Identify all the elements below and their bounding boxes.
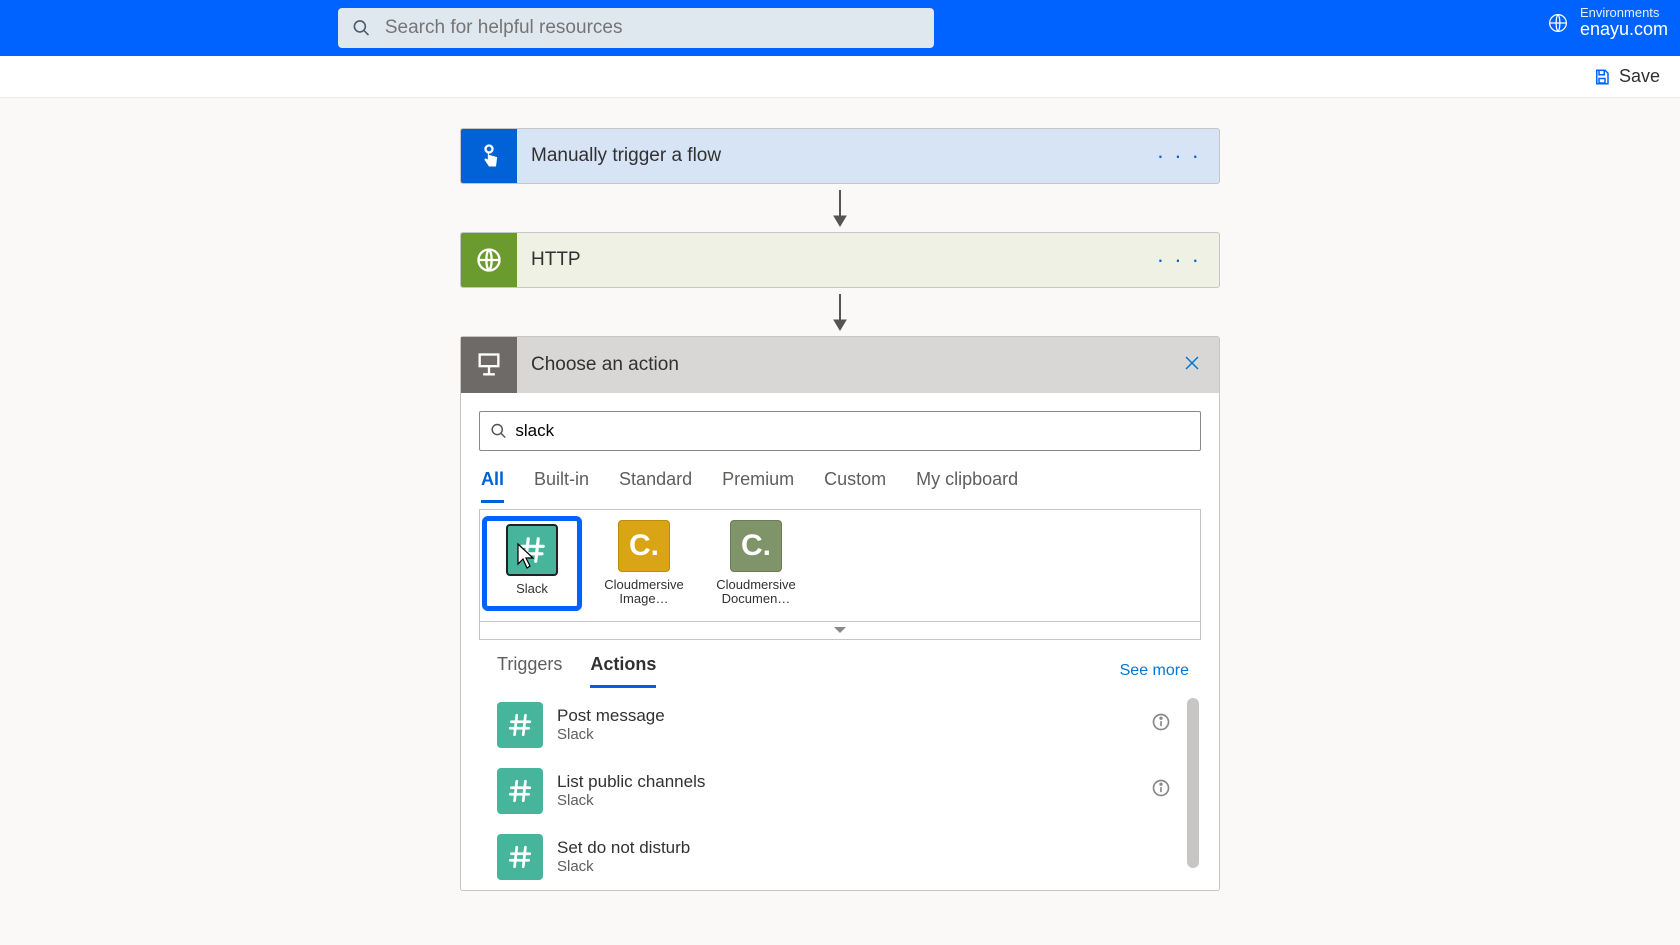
action-row[interactable]: Post messageSlack: [479, 692, 1201, 758]
action-icon: [461, 337, 517, 393]
connector-slack[interactable]: Slack: [486, 520, 578, 607]
slack-icon: [497, 768, 543, 814]
category-tab-built-in[interactable]: Built-in: [534, 469, 589, 503]
save-button[interactable]: Save: [1593, 66, 1660, 87]
step-trigger-label: Manually trigger a flow: [517, 145, 1139, 167]
global-search[interactable]: [338, 8, 934, 48]
category-tab-all[interactable]: All: [481, 469, 504, 503]
category-tab-custom[interactable]: Custom: [824, 469, 886, 503]
step-http[interactable]: HTTP · · ·: [460, 232, 1220, 288]
action-subtitle: Slack: [557, 858, 1171, 875]
environment-value: enayu.com: [1580, 20, 1668, 40]
result-tab-triggers[interactable]: Triggers: [497, 654, 562, 688]
action-list: Post messageSlackList public channelsSla…: [479, 688, 1201, 890]
environment-label: Environments: [1580, 6, 1668, 20]
search-icon: [490, 422, 507, 440]
category-tab-premium[interactable]: Premium: [722, 469, 794, 503]
category-tabs: All Built-in Standard Premium Custom My clipb…: [479, 451, 1201, 503]
action-subtitle: Slack: [557, 726, 1137, 743]
connector-cloudmersive-documen-[interactable]: C.Cloudmersive Documen…: [710, 520, 802, 607]
save-button-label: Save: [1619, 66, 1660, 87]
environment-picker[interactable]: Environments enayu.com: [1548, 6, 1668, 40]
connector-grid: SlackC.Cloudmersive Image…C.Cloudmersive…: [479, 509, 1201, 622]
step-http-menu[interactable]: · · ·: [1139, 247, 1219, 273]
flow-canvas: Manually trigger a flow · · · HTTP · · ·…: [0, 98, 1680, 891]
action-row[interactable]: Set do not disturbSlack: [479, 824, 1201, 890]
step-trigger[interactable]: Manually trigger a flow · · ·: [460, 128, 1220, 184]
info-button[interactable]: [1151, 778, 1171, 803]
action-search[interactable]: [479, 411, 1201, 451]
category-tab-standard[interactable]: Standard: [619, 469, 692, 503]
action-search-input[interactable]: [515, 421, 1190, 441]
close-icon: [1183, 354, 1201, 372]
result-tabs: Triggers Actions: [497, 654, 656, 688]
global-search-input[interactable]: [385, 17, 920, 39]
see-more-link[interactable]: See more: [1120, 662, 1189, 680]
close-button[interactable]: [1165, 354, 1219, 377]
category-tab-my-clipboard[interactable]: My clipboard: [916, 469, 1018, 503]
search-icon: [352, 18, 371, 38]
panel-header: Choose an action: [461, 337, 1219, 393]
slack-icon: [497, 702, 543, 748]
arrow-icon: [827, 184, 853, 232]
globe-icon: [1548, 13, 1568, 33]
info-icon: [1151, 712, 1171, 732]
top-bar: Environments enayu.com: [0, 0, 1680, 56]
arrow-icon: [827, 288, 853, 336]
action-title: Set do not disturb: [557, 838, 1171, 858]
action-subtitle: Slack: [557, 792, 1137, 809]
action-title: Post message: [557, 706, 1137, 726]
save-icon: [1593, 68, 1611, 86]
globe-icon: [461, 232, 517, 288]
expand-connectors-button[interactable]: [479, 622, 1201, 640]
touch-icon: [461, 128, 517, 184]
choose-action-panel: Choose an action All Built-in Standard Prem…: [460, 336, 1220, 891]
action-title: List public channels: [557, 772, 1137, 792]
command-bar: Save: [0, 56, 1680, 98]
step-trigger-menu[interactable]: · · ·: [1139, 143, 1219, 169]
slack-icon: [497, 834, 543, 880]
step-http-label: HTTP: [517, 249, 1139, 271]
info-button[interactable]: [1151, 712, 1171, 737]
panel-title: Choose an action: [517, 354, 1165, 376]
result-tab-actions[interactable]: Actions: [590, 654, 656, 688]
chevron-down-icon: [833, 625, 847, 635]
info-icon: [1151, 778, 1171, 798]
connector-cloudmersive-image-[interactable]: C.Cloudmersive Image…: [598, 520, 690, 607]
action-row[interactable]: List public channelsSlack: [479, 758, 1201, 824]
